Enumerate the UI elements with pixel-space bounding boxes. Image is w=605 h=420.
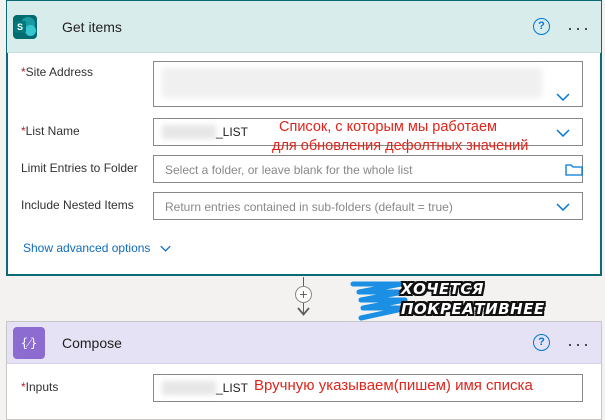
help-icon[interactable]: ? [533,334,550,351]
compose-title: Compose [62,335,122,351]
limit-folder-field[interactable]: Select a folder, or leave blank for the … [153,155,583,183]
site-address-label: *Site Address [21,65,94,79]
limit-folder-label: Limit Entries to Folder [21,161,138,175]
nested-items-field[interactable]: Return entries contained in sub-folders … [153,192,583,220]
folder-icon[interactable] [565,163,583,176]
nested-items-label: Include Nested Items [21,198,134,212]
promo-line2: ПОКРЕАТИВНЕЕ [401,300,545,318]
zigzag-logo-icon [350,281,409,321]
add-step-icon[interactable]: + [295,286,312,303]
get-items-title: Get items [62,19,122,35]
get-items-header[interactable]: S Get items ? ··· [7,1,601,53]
promo-sticker: ХОЧЕТСЯ ПОКРЕАТИВНЕЕ [349,280,577,324]
limit-folder-placeholder: Select a folder, or leave blank for the … [165,163,413,177]
redacted-site-address [162,68,542,98]
inputs-suffix: _LIST [216,381,249,395]
more-options-icon[interactable]: ··· [567,335,591,353]
redacted-list-name [162,125,216,139]
chevron-down-icon[interactable] [556,129,570,137]
list-name-suffix: _LIST [216,125,249,139]
compose-header[interactable]: {⁄} Compose ? ··· [7,322,601,364]
arrow-down-icon [297,307,310,316]
chevron-down-icon[interactable] [556,203,570,211]
annotation-list-line2: для обновления дефолтных значений [272,138,529,154]
compose-icon: {⁄} [13,327,45,359]
annotation-inputs-note: Вручную указываем(пишем) имя списка [254,377,533,394]
site-address-field[interactable] [153,61,583,107]
show-advanced-options-link[interactable]: Show advanced options [23,241,171,255]
sharepoint-icon: S [13,15,37,39]
nested-items-placeholder: Return entries contained in sub-folders … [165,200,453,214]
chevron-down-icon [160,246,171,253]
annotation-list-line1: Список, с которым мы работаем [279,119,498,135]
chevron-down-icon[interactable] [556,93,570,101]
inputs-label: *Inputs [21,380,59,394]
help-icon[interactable]: ? [533,18,550,35]
promo-line1: ХОЧЕТСЯ [401,280,484,298]
compose-card[interactable]: {⁄} Compose ? ··· *Inputs _LIST [6,321,602,420]
flow-designer-canvas: S Get items ? ··· *Site Address *List Na… [0,0,605,420]
more-options-icon[interactable]: ··· [567,19,591,37]
list-name-label: *List Name [21,124,80,138]
redacted-inputs-value [162,381,216,395]
